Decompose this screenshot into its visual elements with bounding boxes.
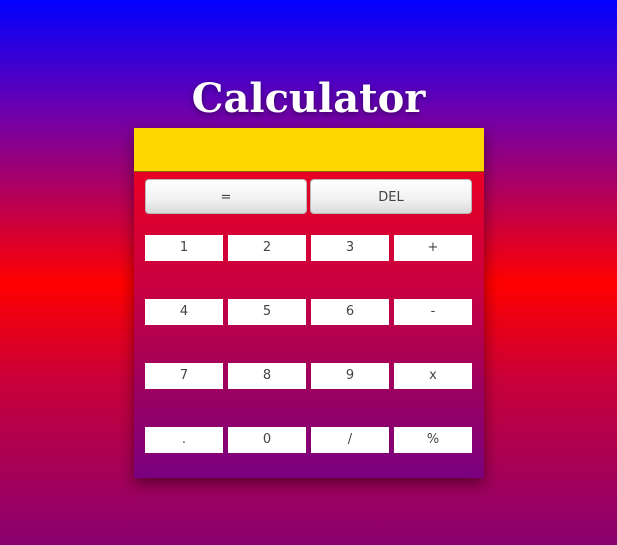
calculator-display (134, 128, 484, 172)
key-8[interactable]: 8 (228, 363, 306, 389)
delete-button[interactable]: DEL (310, 179, 472, 214)
key-3[interactable]: 3 (311, 235, 389, 261)
key-5[interactable]: 5 (228, 299, 306, 325)
calculator-panel: = DEL 1 2 3 + 4 5 6 - 7 8 9 x . 0 / % (134, 128, 484, 478)
page-title: Calculator (191, 75, 426, 122)
key-plus[interactable]: + (394, 235, 472, 261)
key-minus[interactable]: - (394, 299, 472, 325)
key-4[interactable]: 4 (145, 299, 223, 325)
key-multiply[interactable]: x (394, 363, 472, 389)
key-7[interactable]: 7 (145, 363, 223, 389)
key-percent[interactable]: % (394, 427, 472, 453)
equals-button[interactable]: = (145, 179, 307, 214)
key-6[interactable]: 6 (311, 299, 389, 325)
key-9[interactable]: 9 (311, 363, 389, 389)
key-2[interactable]: 2 (228, 235, 306, 261)
key-decimal[interactable]: . (145, 427, 223, 453)
key-1[interactable]: 1 (145, 235, 223, 261)
key-0[interactable]: 0 (228, 427, 306, 453)
key-divide[interactable]: / (311, 427, 389, 453)
